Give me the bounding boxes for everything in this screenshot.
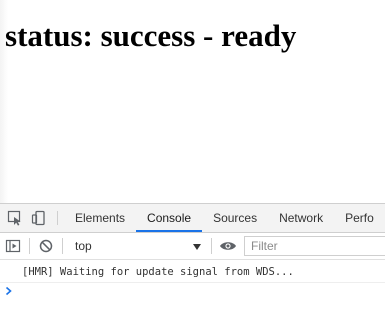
tab-elements[interactable]: Elements <box>64 204 136 232</box>
devtools-tab-bar: Elements Console Sources Network Perfo <box>0 204 385 233</box>
console-output: [HMR] Waiting for update signal from WDS… <box>0 260 385 301</box>
prompt-chevron-icon <box>5 285 13 299</box>
console-message: [HMR] Waiting for update signal from WDS… <box>0 260 385 283</box>
toolbar-divider <box>29 238 30 254</box>
tab-console[interactable]: Console <box>136 204 203 232</box>
console-toolbar: top Filter <box>0 233 385 260</box>
eye-icon[interactable] <box>216 233 240 259</box>
dropdown-arrow-icon <box>193 239 201 253</box>
context-selector[interactable]: top <box>67 233 207 259</box>
console-prompt[interactable] <box>0 283 385 301</box>
clear-console-icon[interactable] <box>34 233 58 259</box>
filter-input[interactable]: Filter <box>244 236 385 256</box>
page: status: success - ready Elements Console… <box>0 0 385 323</box>
show-sidebar-icon[interactable] <box>1 233 25 259</box>
toolbar-divider <box>62 238 63 254</box>
device-toolbar-icon[interactable] <box>27 204 51 232</box>
tab-sources[interactable]: Sources <box>202 204 268 232</box>
devtools-panel: Elements Console Sources Network Perfo t… <box>0 203 385 323</box>
inspect-element-icon[interactable] <box>3 204 27 232</box>
tab-network[interactable]: Network <box>268 204 334 232</box>
context-selector-value: top <box>75 239 92 253</box>
status-heading: status: success - ready <box>5 18 297 53</box>
tab-bar-divider <box>57 211 58 225</box>
toolbar-divider <box>211 238 212 254</box>
tab-performance[interactable]: Perfo <box>334 204 385 232</box>
